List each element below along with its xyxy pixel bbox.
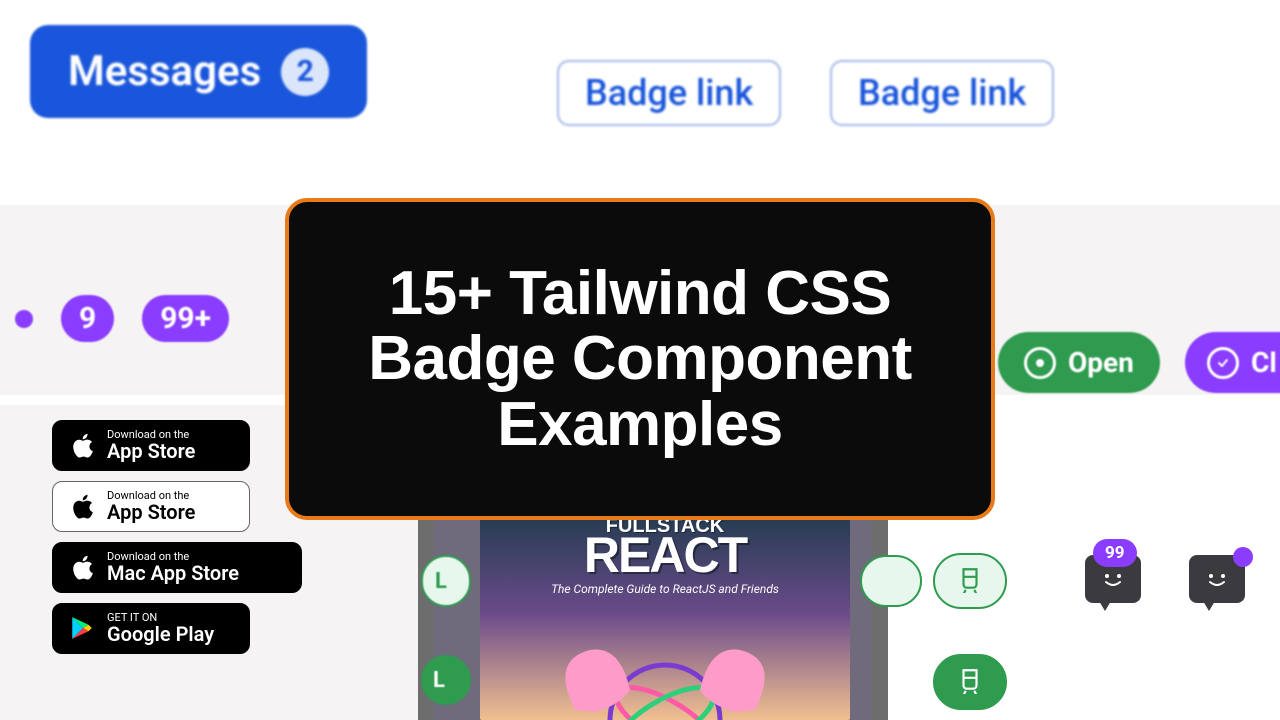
status-open-badge[interactable]: Open: [998, 332, 1160, 393]
page-title-card: 15+ Tailwind CSS Badge Component Example…: [285, 198, 995, 520]
apple-icon: [69, 493, 97, 521]
chat-badge-row: 99: [1085, 555, 1245, 611]
badge-link-2[interactable]: Badge link: [830, 60, 1054, 126]
store-big-text: App Store: [107, 501, 195, 523]
purple-badge-row: 9 99+: [15, 295, 229, 342]
check-circle-icon: [1207, 347, 1239, 379]
store-big-text: App Store: [107, 440, 195, 462]
train-badge-solid[interactable]: [933, 654, 1007, 710]
messages-label: Messages: [68, 47, 261, 96]
chat-with-count[interactable]: 99: [1085, 555, 1141, 611]
messages-button[interactable]: Messages 2: [30, 25, 367, 118]
label-badge-outline-partial-right: [860, 555, 922, 607]
store-badges-column: Download on the App Store Download on th…: [52, 420, 302, 654]
badge-link-1[interactable]: Badge link: [557, 60, 781, 126]
apple-icon: [69, 554, 97, 582]
messages-count-badge: 2: [281, 48, 329, 96]
mac-appstore-badge[interactable]: Download on the Mac App Store: [52, 542, 302, 593]
chat-with-dot[interactable]: [1189, 555, 1245, 611]
appstore-badge-light[interactable]: Download on the App Store: [52, 481, 250, 532]
book-subtitle: The Complete Guide to ReactJS and Friend…: [480, 582, 850, 596]
circle-dot-icon: [1024, 347, 1056, 379]
label-badge-solid-partial: L: [421, 655, 471, 705]
status-close-label: Cl: [1251, 346, 1277, 379]
purple-count-badge-99plus: 99+: [142, 295, 229, 342]
train-icon: [957, 666, 983, 698]
book-title: REACT: [480, 526, 850, 584]
chat-count-badge: 99: [1093, 539, 1137, 567]
purple-dot-badge: [15, 310, 33, 328]
purple-count-badge-9: 9: [61, 295, 114, 342]
status-close-badge[interactable]: Cl: [1185, 332, 1280, 393]
train-icon: [957, 565, 983, 597]
store-big-text: Mac App Store: [107, 562, 239, 584]
status-open-label: Open: [1068, 346, 1134, 379]
label-badge-outline-partial: L: [421, 555, 471, 607]
google-play-icon: [69, 615, 97, 643]
train-badge-outline[interactable]: [933, 553, 1007, 609]
google-play-badge[interactable]: GET IT ON Google Play: [52, 603, 250, 654]
appstore-badge-dark[interactable]: Download on the App Store: [52, 420, 250, 471]
book-cover-image: FULLSTACK REACT The Complete Guide to Re…: [480, 505, 850, 720]
store-big-text: Google Play: [107, 623, 214, 645]
book-illustration-icon: [480, 600, 850, 720]
apple-icon: [69, 432, 97, 460]
page-title: 15+ Tailwind CSS Badge Component Example…: [319, 261, 961, 456]
chat-dot-badge: [1233, 547, 1253, 567]
